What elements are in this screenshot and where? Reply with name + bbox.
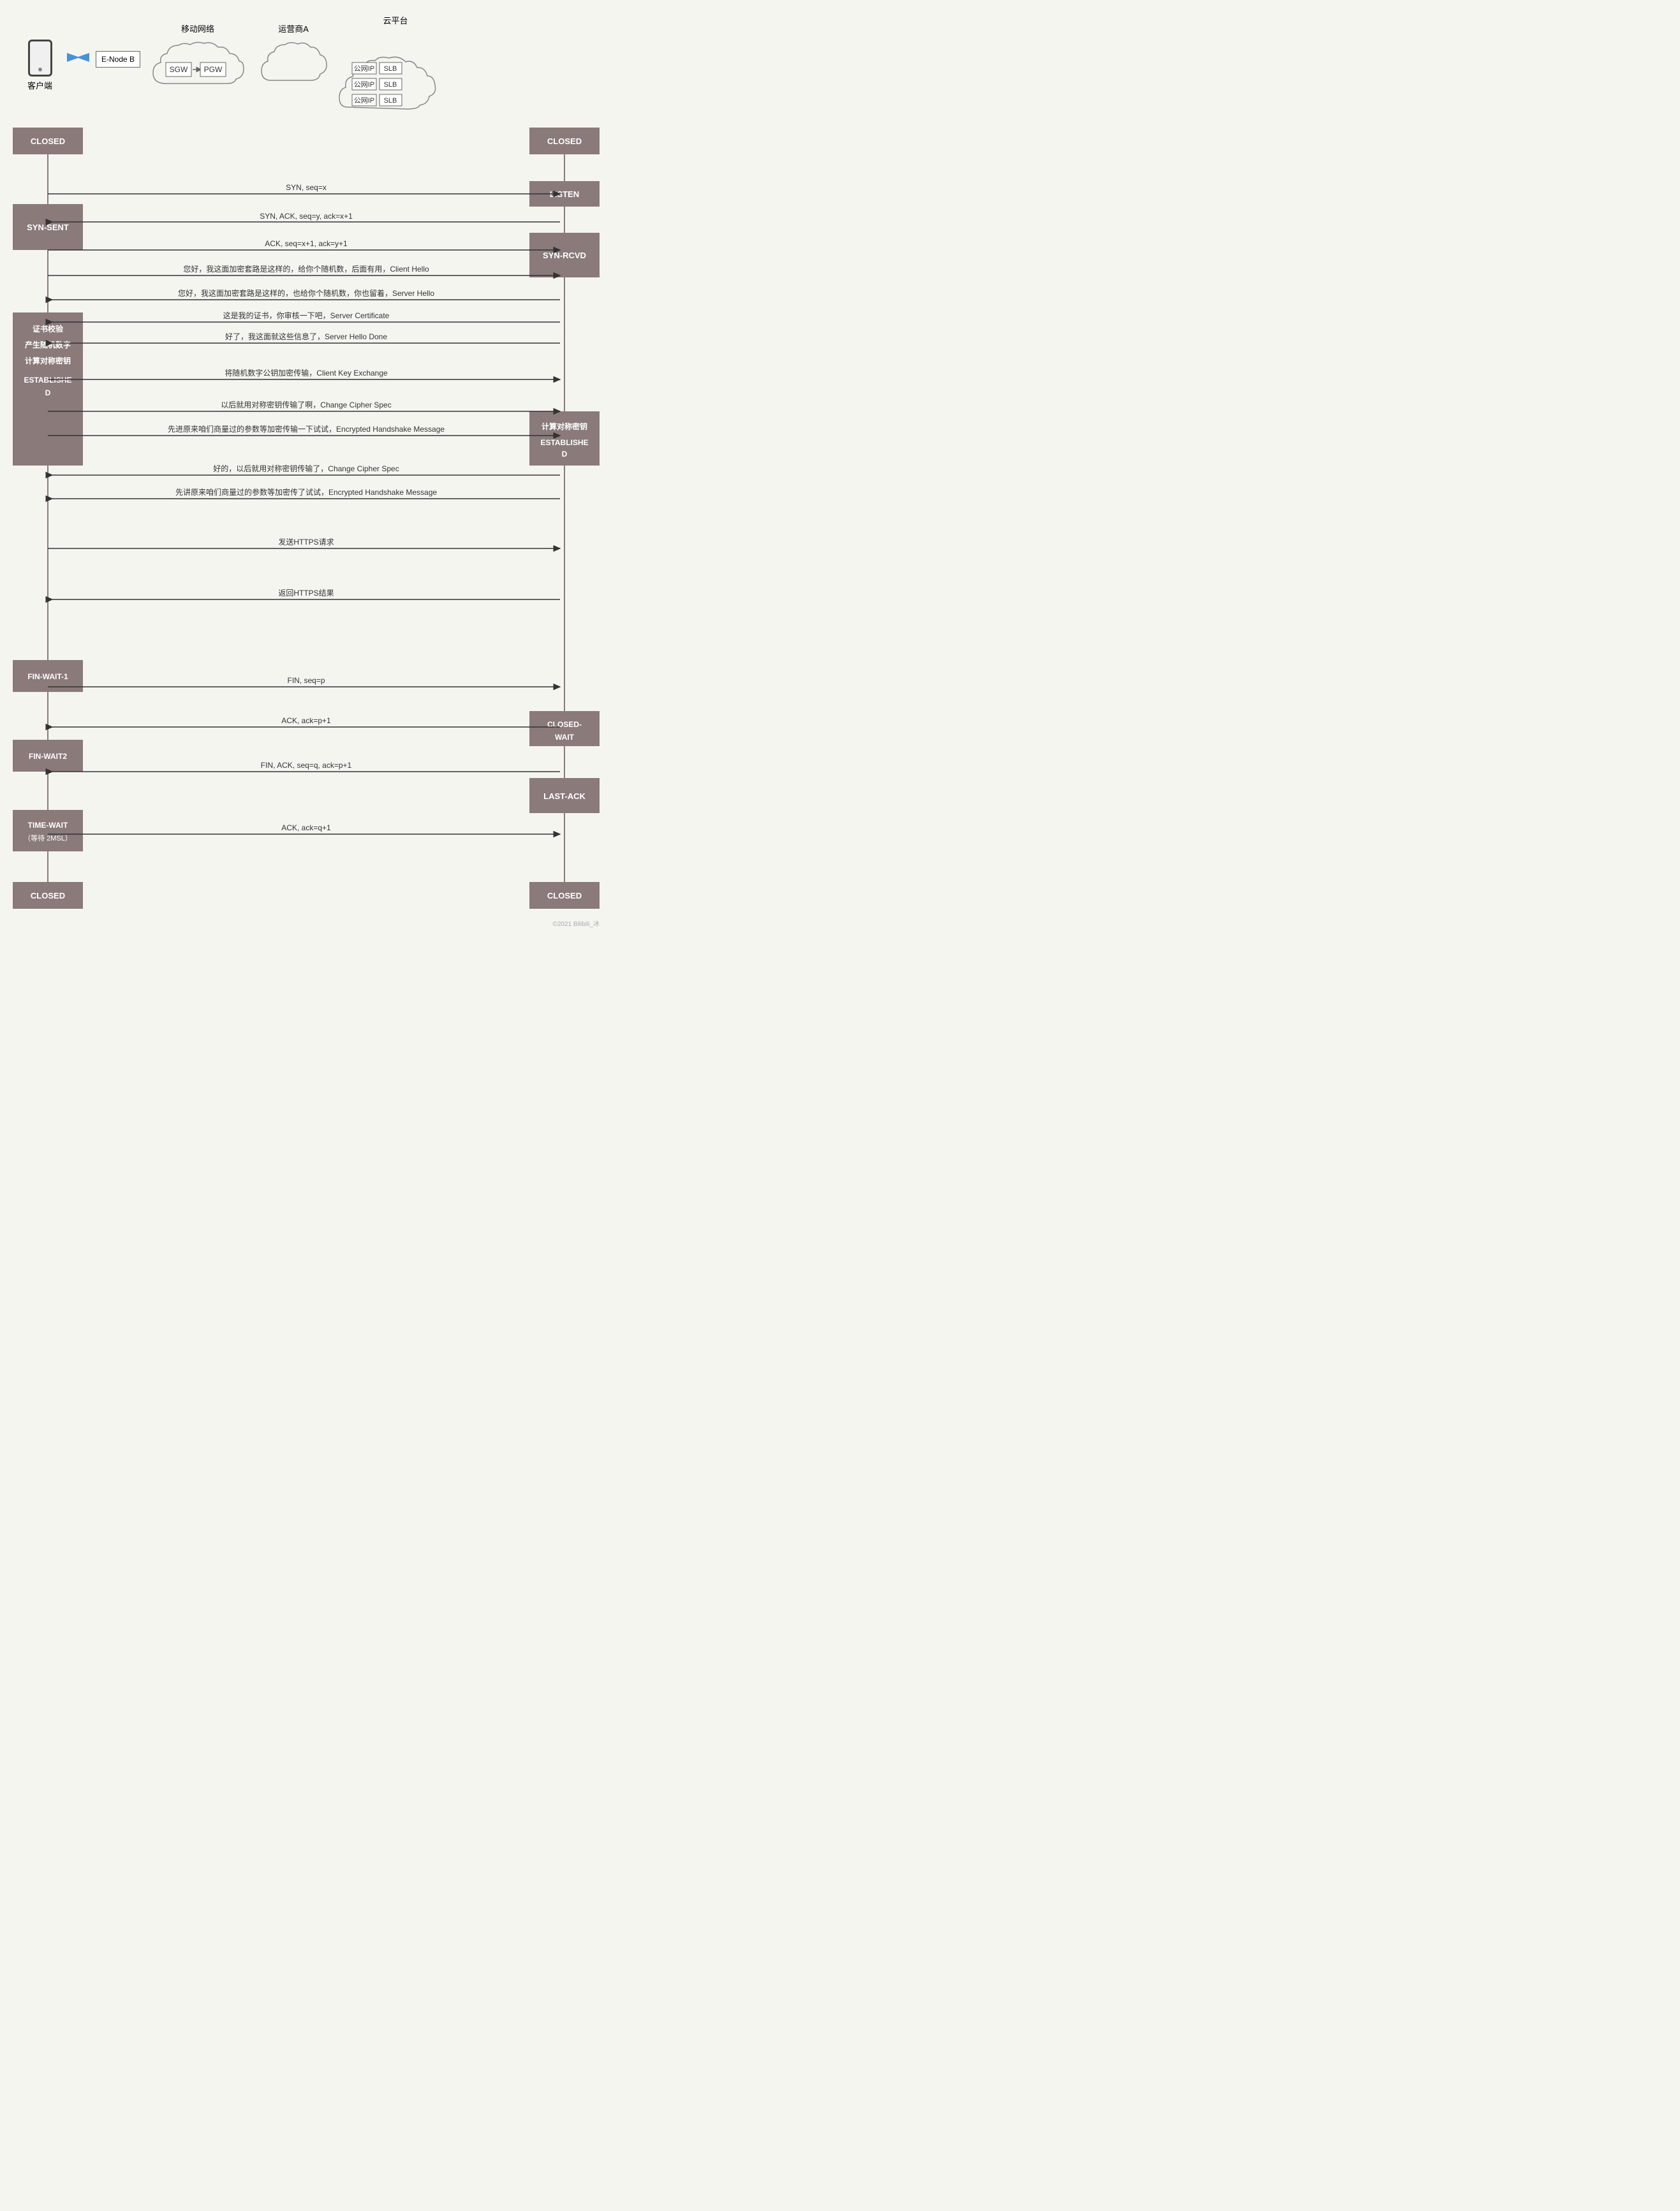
svg-text:ESTABLISHE: ESTABLISHE <box>540 438 588 447</box>
svg-text:SLB: SLB <box>384 65 397 73</box>
svg-text:TIME-WAIT: TIME-WAIT <box>28 821 68 830</box>
svg-text:证书校验: 证书校验 <box>33 324 64 334</box>
watermark: ©2021 Bilibili_冰 <box>0 918 612 931</box>
svg-text:PGW: PGW <box>204 65 223 74</box>
client-device: 客户端 <box>19 40 61 91</box>
svg-text:返回HTTPS结果: 返回HTTPS结果 <box>278 589 334 598</box>
svg-text:ESTABLISHE: ESTABLISHE <box>24 376 71 385</box>
phone-icon <box>28 40 52 77</box>
mobile-network-cloud: 移动网络 SGW PGW <box>147 22 249 103</box>
svg-text:以后就用对称密钥传输了啊，Change Cipher Spe: 以后就用对称密钥传输了啊，Change Cipher Spec <box>221 400 391 409</box>
svg-text:SLB: SLB <box>384 81 397 89</box>
svg-text:LAST-ACK: LAST-ACK <box>543 791 586 801</box>
svg-text:产生随机数字: 产生随机数字 <box>25 340 71 349</box>
svg-text:公网IP: 公网IP <box>354 65 374 73</box>
svg-text:好的，以后就用对称密钥传输了，Change Cipher S: 好的，以后就用对称密钥传输了，Change Cipher Spec <box>213 464 399 473</box>
cloud-svg-platform: 公网IP SLB 公网IP SLB 公网IP SLB <box>338 27 453 114</box>
svg-text:计算对称密钥: 计算对称密钥 <box>542 422 587 431</box>
svg-text:您好，我这面加密套路是这样的，给你个随机数，后面有用，Cli: 您好，我这面加密套路是这样的，给你个随机数，后面有用，Client Hello <box>183 264 429 274</box>
svg-text:ACK, ack=p+1: ACK, ack=p+1 <box>281 716 331 725</box>
svg-text:先进原来咱们商量过的参数等加密传输一下试试，Encrypte: 先进原来咱们商量过的参数等加密传输一下试试，Encrypted Handshak… <box>168 424 445 434</box>
svg-text:将随机数字公钥加密传输，Client Key Exchang: 将随机数字公钥加密传输，Client Key Exchange <box>225 368 388 378</box>
cloud-platform-label: 云平台 <box>338 14 453 26</box>
svg-text:SYN, ACK, seq=y, ack=x+1: SYN, ACK, seq=y, ack=x+1 <box>260 212 353 221</box>
svg-text:FIN, ACK, seq=q, ack=p+1: FIN, ACK, seq=q, ack=p+1 <box>261 761 352 770</box>
page-container: 客户端 E-Node B 移动网络 SGW <box>0 0 612 931</box>
svg-text:发送HTTPS请求: 发送HTTPS请求 <box>278 537 334 547</box>
svg-text:CLOSED: CLOSED <box>547 136 582 146</box>
svg-text:ACK, ack=q+1: ACK, ack=q+1 <box>281 823 331 832</box>
svg-text:公网IP: 公网IP <box>354 81 374 89</box>
signal-arrow <box>67 48 89 70</box>
svg-text:您好，我这面加密套路是这样的，也给你个随机数，你也留着，Se: 您好，我这面加密套路是这样的，也给你个随机数，你也留着，Server Hello <box>178 288 434 298</box>
network-diagram: 客户端 E-Node B 移动网络 SGW <box>0 0 612 121</box>
svg-text:SYN-RCVD: SYN-RCVD <box>543 251 586 260</box>
svg-text:SYN, seq=x: SYN, seq=x <box>286 183 327 192</box>
svg-text:SYN-SENT: SYN-SENT <box>27 223 69 232</box>
svg-text:CLOSED: CLOSED <box>31 136 65 146</box>
svg-text:ACK, seq=x+1, ack=y+1: ACK, seq=x+1, ack=y+1 <box>265 239 348 248</box>
svg-text:D: D <box>45 388 51 397</box>
svg-text:CLOSED: CLOSED <box>547 891 582 900</box>
svg-text:WAIT: WAIT <box>555 733 575 742</box>
svg-text:先讲原来咱们商量过的参数等加密传了试试，Encrypted: 先讲原来咱们商量过的参数等加密传了试试，Encrypted Handshake … <box>175 487 437 497</box>
mobile-network-label: 移动网络 <box>147 22 249 34</box>
seq-svg: CLOSED SYN-SENT 证书校验 产生随机数字 计算对称密钥 ESTAB… <box>13 128 600 912</box>
carrier-cloud: 运营商A <box>258 22 328 96</box>
cloud-platform: 云平台 公网IP SLB 公网IP SLB 公网IP SLB <box>338 14 453 117</box>
svg-text:SLB: SLB <box>384 97 397 105</box>
svg-text:D: D <box>562 450 568 459</box>
svg-text:FIN-WAIT2: FIN-WAIT2 <box>29 752 67 761</box>
svg-text:FIN, seq=p: FIN, seq=p <box>287 676 325 685</box>
client-label: 客户端 <box>27 79 52 91</box>
svg-text:CLOSED-: CLOSED- <box>547 720 582 729</box>
sequence-diagram: CLOSED SYN-SENT 证书校验 产生随机数字 计算对称密钥 ESTAB… <box>0 121 612 918</box>
svg-text:SGW: SGW <box>170 65 188 74</box>
svg-text:公网IP: 公网IP <box>354 97 374 105</box>
cloud-svg-mobile: SGW PGW <box>147 36 249 99</box>
svg-text:计算对称密钥: 计算对称密钥 <box>25 356 71 365</box>
svg-text:CLOSED: CLOSED <box>31 891 65 900</box>
carrier-label: 运营商A <box>258 22 328 34</box>
svg-text:FIN-WAIT-1: FIN-WAIT-1 <box>27 672 68 681</box>
svg-text:这是我的证书，你审核一下吧，Server Certifica: 这是我的证书，你审核一下吧，Server Certificate <box>223 311 390 320</box>
enode-box: E-Node B <box>96 51 140 68</box>
svg-text:（等待 2MSL）: （等待 2MSL） <box>24 834 72 842</box>
svg-text:好了，我这面就这些信息了，Server Hello Done: 好了，我这面就这些信息了，Server Hello Done <box>225 332 387 341</box>
cloud-svg-carrier <box>258 36 328 93</box>
